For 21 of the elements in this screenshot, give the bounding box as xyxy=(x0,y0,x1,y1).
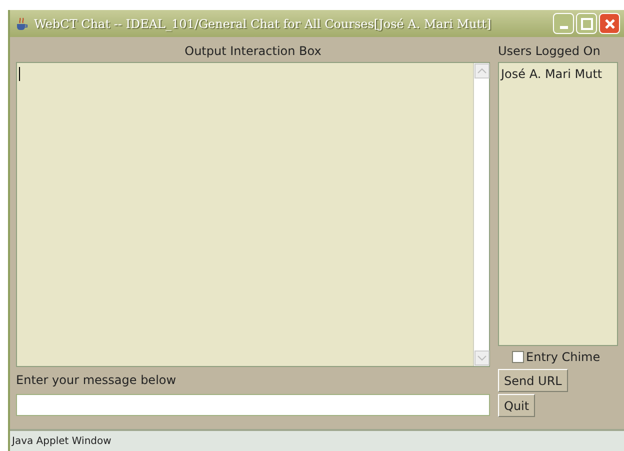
quit-button[interactable]: Quit xyxy=(498,394,536,417)
status-text: Java Applet Window xyxy=(12,435,112,449)
scroll-down-icon[interactable] xyxy=(474,350,490,366)
user-item[interactable]: José A. Mari Mutt xyxy=(501,65,615,83)
output-label: Output Interaction Box xyxy=(184,43,322,59)
close-button[interactable] xyxy=(599,13,620,34)
minimize-button[interactable] xyxy=(553,13,574,34)
message-label: Enter your message below xyxy=(16,372,178,388)
maximize-button[interactable] xyxy=(576,13,597,34)
window-title: WebCT Chat -- IDEAL_101/General Chat for All Courses[José A. Mari Mutt] xyxy=(34,16,492,32)
scroll-up-icon[interactable] xyxy=(474,63,490,79)
users-label: Users Logged On xyxy=(498,43,600,59)
entry-chime-checkbox[interactable] xyxy=(512,351,524,363)
output-text-area[interactable] xyxy=(16,62,490,367)
send-url-button[interactable]: Send URL xyxy=(498,369,568,392)
close-icon xyxy=(604,18,616,30)
users-list[interactable]: José A. Mari Mutt xyxy=(498,62,618,346)
message-input[interactable] xyxy=(16,394,490,416)
coffee-cup-icon xyxy=(14,16,30,32)
entry-chime-label: Entry Chime xyxy=(526,349,600,366)
scrollbar[interactable] xyxy=(473,63,489,366)
